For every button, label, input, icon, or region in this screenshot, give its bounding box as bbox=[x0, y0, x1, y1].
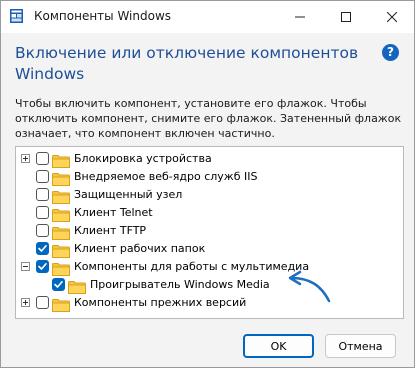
tree-item-label: Клиент TFTP bbox=[74, 224, 147, 237]
folder-icon bbox=[52, 189, 70, 204]
help-icon[interactable]: ? bbox=[382, 44, 399, 61]
minimize-icon bbox=[295, 16, 305, 18]
feature-checkbox[interactable] bbox=[52, 278, 65, 291]
tree-item-label: Компоненты прежних версий bbox=[74, 296, 247, 309]
description-line-2: отключить компонент, снимите его флажок.… bbox=[15, 112, 402, 125]
tree-item-label: Компоненты для работы с мультимедиа bbox=[74, 260, 310, 273]
feature-checkbox[interactable] bbox=[36, 206, 49, 219]
dialog-window: Компоненты Windows Включение или отключе… bbox=[0, 0, 415, 368]
description-line-3: означает, что компонент включен частично… bbox=[15, 127, 275, 140]
cancel-button[interactable]: Отмена bbox=[325, 334, 396, 358]
feature-checkbox[interactable] bbox=[36, 242, 49, 255]
maximize-button[interactable] bbox=[323, 1, 369, 33]
folder-icon bbox=[52, 207, 70, 222]
feature-checkbox[interactable] bbox=[36, 188, 49, 201]
expand-icon[interactable] bbox=[21, 154, 30, 163]
close-button[interactable] bbox=[369, 1, 414, 33]
folder-icon bbox=[52, 225, 70, 240]
tree-item[interactable]: Клиент TFTP bbox=[16, 222, 403, 240]
maximize-icon bbox=[341, 12, 351, 22]
expand-icon[interactable] bbox=[21, 298, 30, 307]
feature-checkbox[interactable] bbox=[36, 224, 49, 237]
feature-checkbox[interactable] bbox=[36, 152, 49, 165]
close-icon bbox=[387, 12, 397, 22]
folder-icon bbox=[52, 261, 70, 276]
tree-item-label: Проигрыватель Windows Media bbox=[90, 278, 270, 291]
window-title: Компоненты Windows bbox=[34, 9, 172, 23]
feature-checkbox[interactable] bbox=[36, 260, 49, 273]
description-text: Чтобы включить компонент, установите его… bbox=[15, 96, 403, 141]
tree-item-label: Защищенный узел bbox=[74, 188, 183, 201]
tree-item[interactable]: Компоненты прежних версий bbox=[16, 294, 403, 312]
folder-icon bbox=[52, 153, 70, 168]
tree-item[interactable]: Компоненты для работы с мультимедиа bbox=[16, 258, 403, 276]
folder-icon bbox=[68, 279, 86, 294]
tree-item-label: Клиент рабочих папок bbox=[74, 242, 206, 255]
ok-button[interactable]: OK bbox=[243, 334, 314, 358]
tree-item-label: Внедряемое веб-ядро служб IIS bbox=[74, 170, 258, 183]
description-line-1: Чтобы включить компонент, установите его… bbox=[15, 97, 367, 110]
title-bar[interactable]: Компоненты Windows bbox=[1, 1, 414, 33]
dialog-heading: Включение или отключение компонентов Win… bbox=[15, 43, 375, 85]
features-tree[interactable]: Блокировка устройства Внедряемое веб-ядро… bbox=[15, 146, 404, 319]
tree-item[interactable]: Блокировка устройства bbox=[16, 150, 403, 168]
heading-line-1: Включение или отключение компонентов bbox=[15, 44, 359, 62]
folder-icon bbox=[52, 297, 70, 312]
feature-checkbox[interactable] bbox=[36, 296, 49, 309]
collapse-icon[interactable] bbox=[21, 262, 30, 271]
minimize-button[interactable] bbox=[277, 1, 323, 33]
tree-item-label: Клиент Telnet bbox=[74, 206, 153, 219]
tree-item[interactable]: Защищенный узел bbox=[16, 186, 403, 204]
tree-item[interactable]: Внедряемое веб-ядро служб IIS bbox=[16, 168, 403, 186]
tree-item-label: Блокировка устройства bbox=[74, 152, 212, 165]
feature-checkbox[interactable] bbox=[36, 170, 49, 183]
tree-item[interactable]: Клиент Telnet bbox=[16, 204, 403, 222]
tree-item[interactable]: Клиент рабочих папок bbox=[16, 240, 403, 258]
windows-features-icon bbox=[10, 9, 23, 23]
heading-line-2: Windows bbox=[15, 65, 85, 83]
tree-item[interactable]: Проигрыватель Windows Media bbox=[16, 276, 403, 294]
folder-icon bbox=[52, 171, 70, 186]
folder-icon bbox=[52, 243, 70, 258]
